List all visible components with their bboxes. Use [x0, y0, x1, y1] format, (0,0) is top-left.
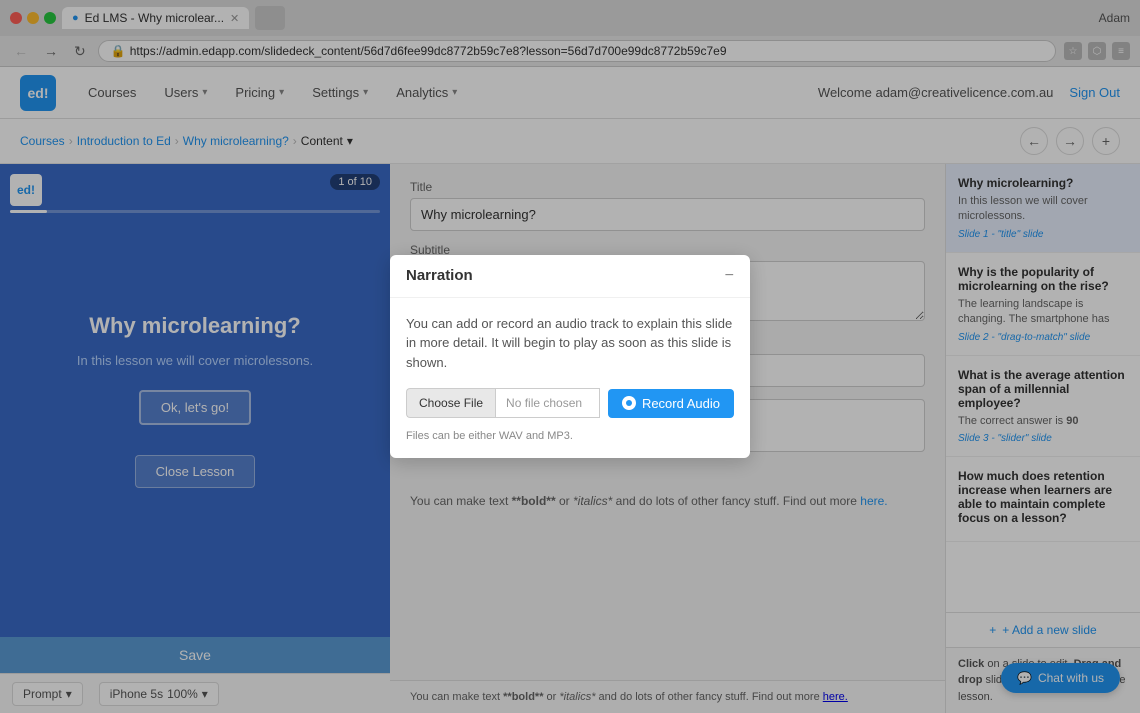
modal-title: Narration	[406, 267, 473, 284]
modal-overlay[interactable]: Narration − You can add or record an aud…	[0, 0, 1140, 713]
record-audio-button[interactable]: Record Audio	[608, 389, 734, 418]
modal-file-row: Choose File No file chosen Record Audio	[406, 388, 734, 418]
file-name-display: No file chosen	[495, 388, 600, 418]
choose-file-button[interactable]: Choose File	[406, 388, 495, 418]
modal-description: You can add or record an audio track to …	[406, 314, 734, 373]
record-audio-label: Record Audio	[642, 396, 720, 411]
modal-hint-text: Files can be either WAV and MP3.	[406, 430, 734, 442]
modal-close-button[interactable]: −	[725, 267, 734, 285]
record-circle-icon	[622, 396, 636, 410]
modal-header: Narration −	[390, 255, 750, 298]
modal-body: You can add or record an audio track to …	[390, 298, 750, 459]
narration-modal: Narration − You can add or record an aud…	[390, 255, 750, 459]
record-dot-icon	[626, 400, 632, 406]
